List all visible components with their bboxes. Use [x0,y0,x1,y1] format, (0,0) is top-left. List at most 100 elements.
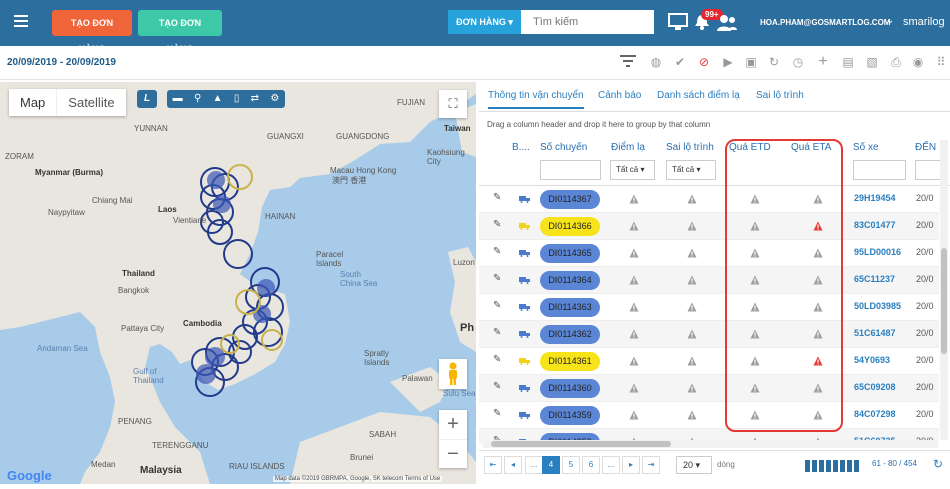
edit-icon[interactable]: ✎ [493,327,501,338]
plate-number[interactable]: 84C07298 [854,409,896,419]
col-wrong-route[interactable]: Sai lộ trình [666,142,714,153]
clock-icon[interactable]: ◷ [790,54,806,70]
settings-tool-icon[interactable]: ⚙ [270,90,279,108]
check-circle-icon[interactable]: ✔ [672,54,688,70]
col-b[interactable]: B.... [512,142,530,153]
pin-tool-icon[interactable]: ⚲ [194,90,201,108]
zoom-out-button[interactable]: − [439,439,467,468]
create-order-secondary-button[interactable]: TẠO ĐƠN HÀNG [138,10,222,54]
play-icon[interactable]: ▶ [720,54,736,70]
odd-point-filter[interactable]: Tất cả ▾ [610,160,655,180]
trip-code-chip[interactable]: DI0114363 [540,298,600,317]
page-size-select[interactable]: 20 ▾ [676,456,712,474]
col-arrive[interactable]: ĐẾN [915,142,936,153]
map-attribution[interactable]: Map data ©2019 GBRMPA, Google, SK teleco… [273,476,443,482]
tab-shipping-info[interactable]: Thông tin vận chuyển [488,90,584,109]
map-type-map-button[interactable]: Map [9,89,56,116]
tab-odd-points[interactable]: Danh sách điểm lạ [657,90,740,101]
plate-number[interactable]: 65C11237 [854,274,895,284]
globe-icon[interactable]: ◉ [910,54,926,70]
user-email[interactable]: HOA.PHAM@GOSMARTLOG.COM [760,18,890,27]
col-code[interactable]: Số chuyến [540,142,587,153]
table-row[interactable]: ✎ DI0114367 29H19454 20/0 [479,186,939,213]
hamburger-icon[interactable] [14,13,34,33]
stop-icon[interactable]: ▣ [743,54,759,70]
last-page-button[interactable]: ⇥ [642,456,660,474]
excel-icon[interactable]: ▤ [840,54,856,70]
page-6-button[interactable]: 6 [582,456,600,474]
edit-icon[interactable]: ✎ [493,192,501,203]
tab-alerts[interactable]: Cảnh báo [598,90,641,101]
monitor-icon[interactable] [668,13,688,33]
col-plate[interactable]: Số xe [853,142,879,153]
col-odd-point[interactable]: Điểm lạ [611,142,645,153]
phone-tool-icon[interactable]: ▯ [234,90,240,108]
trip-code-chip[interactable]: DI0114362 [540,325,600,344]
trip-code-chip[interactable]: DI0114365 [540,244,600,263]
grid-icon[interactable]: ⠿ [933,54,949,70]
trip-code-chip[interactable]: DI0114359 [540,406,600,425]
pegman-icon[interactable] [439,359,467,389]
plus-icon[interactable]: + [815,54,831,70]
page-ellipsis-right[interactable]: ... [602,456,620,474]
page-ellipsis-left[interactable]: ... [525,456,543,474]
trip-code-chip[interactable]: DI0114367 [540,190,600,209]
wrong-route-filter[interactable]: Tất cả ▾ [666,160,716,180]
grid-vertical-scroll-thumb[interactable] [941,248,947,354]
refresh-icon[interactable]: ↻ [933,457,943,471]
table-row[interactable]: ✎ DI0114364 65C11237 20/0 [479,267,939,294]
chevron-down-icon[interactable]: ⌄ [886,15,894,26]
swap-tool-icon[interactable]: ⇄ [251,90,259,108]
edit-icon[interactable]: ✎ [493,273,501,284]
plate-number[interactable]: 51C61487 [854,328,896,338]
create-order-button[interactable]: TẠO ĐƠN HÀNG [52,10,132,54]
fullscreen-icon[interactable]: ⛶ [439,90,467,118]
plate-number[interactable]: 50LD03985 [854,301,901,311]
table-row[interactable]: ✎ DI0114360 65C09208 20/0 [479,375,939,402]
tab-wrong-route[interactable]: Sai lộ trình [756,90,804,101]
trip-code-chip[interactable]: DI0114361 [540,352,600,371]
filter-icon[interactable] [620,54,636,70]
grid-horizontal-scroll-thumb[interactable] [491,441,671,447]
truck-tool-icon[interactable]: ▬ [173,90,183,108]
trip-code-chip[interactable]: DI0114360 [540,379,600,398]
plate-number[interactable]: 29H19454 [854,193,896,203]
ban-icon[interactable]: ⊘ [696,54,712,70]
next-page-button[interactable]: ▸ [622,456,640,474]
search-scope-dropdown[interactable]: ĐƠN HÀNG ▾ [448,10,521,34]
code-filter-input[interactable] [540,160,601,180]
tool-l-button[interactable]: L [137,90,157,108]
page-4-button[interactable]: 4 [542,456,560,474]
table-row[interactable]: ✎ DI0114366 83C01477 20/0 [479,213,939,240]
prev-page-button[interactable]: ◂ [504,456,522,474]
map-type-satellite-button[interactable]: Satellite [56,89,125,116]
refresh-circle-icon[interactable]: ↻ [766,54,782,70]
edit-icon[interactable]: ✎ [493,354,501,365]
plate-number[interactable]: 54Y0693 [854,355,890,365]
table-row[interactable]: ✎ DI0114365 95LD00016 20/0 [479,240,939,267]
users-icon[interactable] [716,13,738,33]
map-view[interactable]: Myanmar (Burma) ZORAM YUNNAN GUANGXI GUA… [0,82,476,484]
date-range[interactable]: 20/09/2019 - 20/09/2019 [7,57,116,68]
zoom-in-button[interactable]: + [439,410,467,439]
edit-icon[interactable]: ✎ [493,300,501,311]
plate-filter-input[interactable] [853,160,906,180]
table-row[interactable]: ✎ DI0114359 84C07298 20/0 [479,402,939,429]
table-row[interactable]: ✎ DI0114363 50LD03985 20/0 [479,294,939,321]
trip-code-chip[interactable]: DI0114364 [540,271,600,290]
edit-icon[interactable]: ✎ [493,408,501,419]
plate-number[interactable]: 83C01477 [854,220,896,230]
road-tool-icon[interactable]: ▲ [213,90,223,108]
trip-code-chip[interactable]: DI0114366 [540,217,600,236]
export-icon[interactable]: ▧ [864,54,880,70]
table-row[interactable]: ✎ DI0114361 54Y0693 20/0 [479,348,939,375]
edit-icon[interactable]: ✎ [493,381,501,392]
plate-number[interactable]: 65C09208 [854,382,896,392]
plate-number[interactable]: 95LD00016 [854,247,901,257]
layer-icon[interactable]: ◍ [648,54,664,70]
edit-icon[interactable]: ✎ [493,219,501,230]
first-page-button[interactable]: ⇤ [484,456,502,474]
page-5-button[interactable]: 5 [562,456,580,474]
edit-icon[interactable]: ✎ [493,246,501,257]
table-row[interactable]: ✎ DI0114362 51C61487 20/0 [479,321,939,348]
